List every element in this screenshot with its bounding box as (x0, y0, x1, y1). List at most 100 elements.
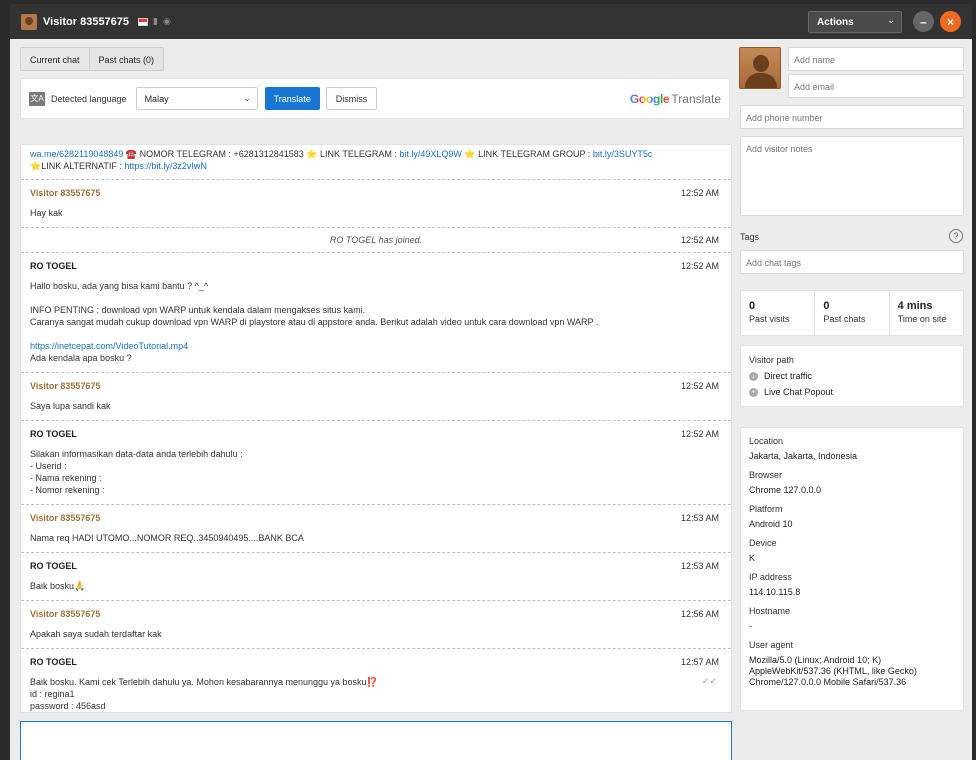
info-browser: Chrome 127.0.0.0 (749, 485, 822, 495)
translate-bar: 文A Detected language Malay ⌄ Translate D… (20, 78, 730, 119)
stat-value: 4 mins (897, 300, 933, 312)
info-device: K (749, 553, 756, 563)
message-sender: RO TOGEL (30, 429, 77, 439)
google-translate-logo: Google Translate (630, 92, 721, 106)
tab-current-chat[interactable]: Current chat (21, 48, 90, 70)
info-platform: Android 10 (749, 519, 793, 529)
visitor-path-title: Visitor path (749, 355, 794, 365)
path-item-label: Live Chat Popout (764, 387, 834, 397)
message-body: wa.me/6282119048849 ☎️ NOMOR TELEGRAM : … (30, 148, 721, 172)
telegram-group-link[interactable]: bit.ly/3SUYT5c (593, 149, 653, 159)
actions-label: Actions (817, 16, 854, 28)
telegram-link[interactable]: bit.ly/49XLQ9W (399, 149, 462, 159)
message-sender: Visitor 83557675 (30, 188, 101, 198)
message-item: RO TOGEL 12:57 AM ✓✓ Baik bosku. Kami ce… (21, 649, 731, 712)
chevron-down-icon: ⌄ (243, 94, 251, 103)
message-time: 12:57 AM (680, 657, 719, 667)
visitor-path: Visitor path ↓ Direct traffic • Live Cha… (740, 345, 964, 407)
language-select[interactable]: Malay ⌄ (135, 87, 258, 110)
help-icon[interactable]: ? (949, 229, 963, 243)
language-value: Malay (144, 93, 169, 104)
close-button[interactable]: × (940, 11, 961, 32)
dismiss-button[interactable]: Dismiss (325, 87, 378, 110)
message-body: Apakah saya sudah terdaftar kak (30, 629, 162, 639)
detected-language-label: Detected language (51, 93, 127, 104)
message-sender: Visitor 83557675 (30, 381, 101, 391)
minimize-button[interactable]: – (913, 11, 934, 32)
chat-tabs: Current chat Past chats (0) (20, 47, 165, 71)
message-sender: RO TOGEL (30, 261, 77, 271)
message-sender: RO TOGEL (30, 561, 77, 571)
path-item: ↓ Direct traffic (749, 371, 955, 381)
info-location: Jakarta, Jakarta, Indonesia (749, 451, 858, 461)
info-ip-address: 114.10.115.8 (749, 587, 801, 597)
stat-label: Past visits (749, 314, 790, 324)
message-time: 12:53 AM (680, 561, 719, 571)
video-tutorial-link[interactable]: https://inetcepat.com/VideoTutorial.mp4 (30, 341, 188, 351)
message-body: Silakan informasikan data-data anda terl… (30, 449, 243, 495)
info-label: User agent (749, 640, 794, 650)
info-label: Platform (749, 504, 783, 514)
message-body: Nama req HADI UTOMO...NOMOR REQ..3450940… (30, 533, 304, 543)
stat-value: 0 (823, 300, 830, 312)
message-body: Baik bosku🙏 (30, 581, 86, 591)
path-item: • Live Chat Popout (749, 387, 955, 397)
translate-logo-text: Translate (671, 92, 721, 106)
google-logo-text: Google (629, 92, 670, 106)
message-time: 12:52 AM (680, 381, 719, 391)
system-message-text: RO TOGEL has joined. (329, 235, 423, 245)
message-item: Visitor 83557675 12:52 AM Saya lupa sand… (21, 373, 731, 421)
stat-past-visits: 0 Past visits (741, 291, 816, 335)
message-sender: RO TOGEL (30, 657, 77, 667)
message-time: 12:56 AM (680, 609, 719, 619)
visitor-photo (739, 47, 781, 89)
stat-past-chats: 0 Past chats (815, 291, 890, 335)
message-text: ☎️ NOMOR TELEGRAM : +6281312841583 ⭐ LIN… (123, 149, 400, 159)
message-item: RO TOGEL 12:52 AM Hallo bosku, ada yang … (21, 253, 731, 373)
message-time: 12:52 AM (680, 261, 719, 271)
chat-window: Current chat Past chats (0) 文A Detected … (10, 39, 972, 760)
whatsapp-link[interactable]: wa.me/6282119048849 (30, 149, 123, 159)
read-receipt-icon: ✓✓ (701, 676, 717, 686)
stat-value: 0 (749, 300, 756, 312)
visitor-stats: 0 Past visits 0 Past chats 4 mins Time o… (740, 290, 964, 336)
dot-icon: • (749, 387, 758, 397)
message-time: 12:52 AM (680, 235, 719, 245)
title-bar: Visitor 83557675 ▮ ◉ Actions ⌄ – × (10, 4, 972, 39)
browser-icon: ◉ (162, 16, 171, 26)
info-label: Hostname (749, 606, 791, 616)
email-input[interactable]: Add email (788, 74, 964, 98)
info-hostname: - (749, 621, 752, 631)
avatar-head (753, 55, 769, 72)
message-body: Hay kak (30, 208, 63, 218)
message-item: wa.me/6282119048849 ☎️ NOMOR TELEGRAM : … (21, 145, 731, 180)
window-title: Visitor 83557675 (43, 15, 130, 28)
tab-past-chats[interactable]: Past chats (0) (90, 48, 164, 70)
info-user-agent: Mozilla/5.0 (Linux; Android 10; K) Apple… (749, 655, 917, 687)
info-label: Browser (749, 470, 783, 480)
name-input[interactable]: Add name (788, 47, 964, 71)
message-body: Hallo bosku, ada yang bisa kami bantu ? … (30, 280, 721, 364)
alternative-link[interactable]: https://bit.ly/3z2vIwN (124, 161, 207, 171)
message-list[interactable]: wa.me/6282119048849 ☎️ NOMOR TELEGRAM : … (20, 144, 732, 713)
translate-button[interactable]: Translate (264, 87, 320, 110)
message-time: 12:52 AM (680, 188, 719, 198)
indonesia-flag-icon (138, 17, 149, 26)
stat-label: Past chats (823, 314, 866, 324)
arrow-down-icon: ↓ (749, 371, 758, 381)
chat-tags-input[interactable]: Add chat tags (740, 250, 964, 274)
message-text: ⭐LINK ALTERNATIF : (30, 161, 125, 171)
system-message: RO TOGEL has joined. 12:52 AM (21, 228, 731, 253)
message-text: ⭐ LINK TELEGRAM GROUP : (461, 149, 593, 159)
avatar-shoulders (745, 73, 777, 88)
message-body: Saya lupa sandi kak (30, 401, 111, 411)
message-sender: Visitor 83557675 (30, 609, 101, 619)
message-compose-input[interactable] (20, 721, 732, 760)
message-item: Visitor 83557675 12:52 AM Hay kak (21, 180, 731, 228)
info-label: Location (749, 436, 784, 446)
visitor-notes-textarea[interactable]: Add visitor notes (740, 136, 964, 216)
stat-time-on-site: 4 mins Time on site (890, 291, 963, 335)
message-time: 12:52 AM (680, 429, 719, 439)
phone-input[interactable]: Add phone number (740, 105, 964, 129)
actions-dropdown[interactable]: Actions ⌄ (808, 11, 902, 33)
